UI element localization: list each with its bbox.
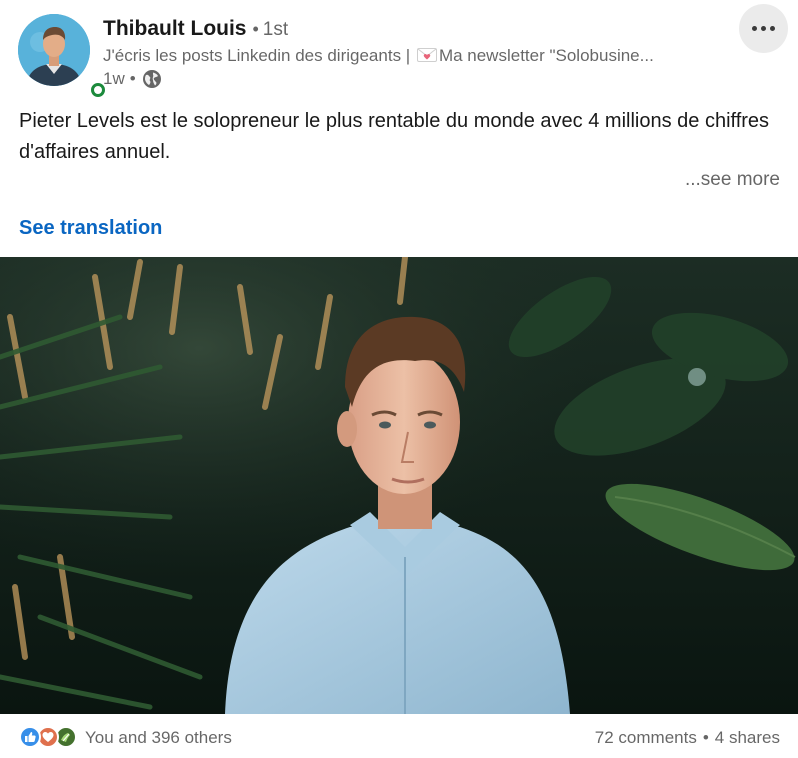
ellipsis-icon [752,26,775,31]
see-more-link[interactable]: ...see more [685,168,780,192]
post-header: Thibault Louis • 1st J'écris les posts Lin… [0,0,798,100]
comments-count[interactable]: 72 comments [595,728,697,747]
love-letter-icon [416,46,437,62]
engagement-counts: 72 comments • 4 shares [595,727,780,749]
social-counts-bar: You and 396 others 72 comments • 4 shares [0,714,798,758]
post-body-text: Pieter Levels est le solopreneur le plus… [19,110,770,163]
headline-text: J'écris les posts Linkedin des dirigeant… [103,46,415,65]
like-icon [19,726,41,748]
post-image[interactable] [0,257,798,714]
globe-icon [142,69,162,89]
avatar-photo [18,14,90,86]
reaction-icons[interactable] [19,726,81,748]
engagement-separator: • [702,728,709,747]
post-time: 1w [103,69,125,88]
see-translation-link[interactable]: See translation [19,215,162,241]
reactions-count[interactable]: You and 396 others [85,727,232,749]
author-name[interactable]: Thibault Louis [103,17,246,40]
post-meta: 1w • [103,68,162,90]
more-options-button[interactable] [739,4,788,53]
degree-separator: • [252,19,259,39]
shares-count[interactable]: 4 shares [715,728,780,747]
headline-tail: Ma newsletter "Solobusine... [438,46,654,65]
connection-degree: 1st [262,19,289,40]
author-headline[interactable]: J'écris les posts Linkedin des dirigeant… [103,45,723,67]
author-name-line: Thibault Louis • 1st [103,16,288,43]
meta-separator: • [129,69,136,88]
author-avatar[interactable] [18,14,108,100]
